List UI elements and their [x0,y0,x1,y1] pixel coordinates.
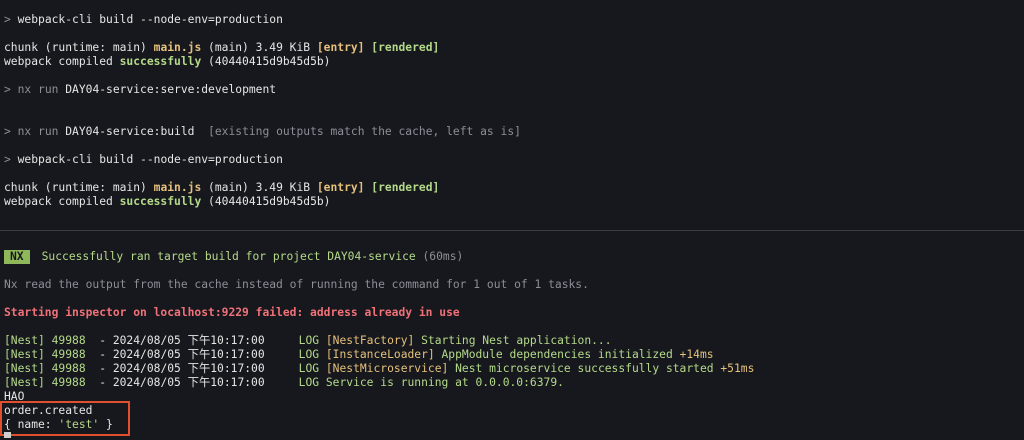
terminal-cursor [4,432,11,438]
nest-log-line: [Nest] 49988 - 2024/08/05 下午10:17:00 LOG… [4,376,564,389]
nx-success-line: NX Successfully ran target build for proj… [4,250,463,264]
nx-badge: NX [4,250,30,264]
chunk-line: chunk (runtime: main) main.js (main) 3.4… [4,41,440,54]
stdout-line: { name: 'test' } [4,418,113,431]
nest-log-line: [Nest] 49988 - 2024/08/05 下午10:17:00 LOG… [4,334,612,347]
inspector-error-line: Starting inspector on localhost:9229 fai… [4,306,460,319]
chunk-line: chunk (runtime: main) main.js (main) 3.4… [4,181,440,194]
nx-run-line: > nx run DAY04-service:serve:development [4,83,277,96]
compile-status-line: webpack compiled successfully (40440415d… [4,55,331,68]
nest-log-line: [Nest] 49988 - 2024/08/05 下午10:17:00 LOG… [4,362,755,375]
command-line: > webpack-cli build --node-env=productio… [4,13,283,26]
command-line: > webpack-cli build --node-env=productio… [4,153,283,166]
nest-log-line: [Nest] 49988 - 2024/08/05 下午10:17:00 LOG… [4,348,714,361]
nx-run-line: > nx run DAY04-service:build [existing o… [4,125,521,138]
cache-note-line: Nx read the output from the cache instea… [4,278,589,291]
stdout-line: order.created [4,404,93,417]
section-divider [0,230,1024,231]
compile-status-line: webpack compiled successfully (40440415d… [4,195,331,208]
